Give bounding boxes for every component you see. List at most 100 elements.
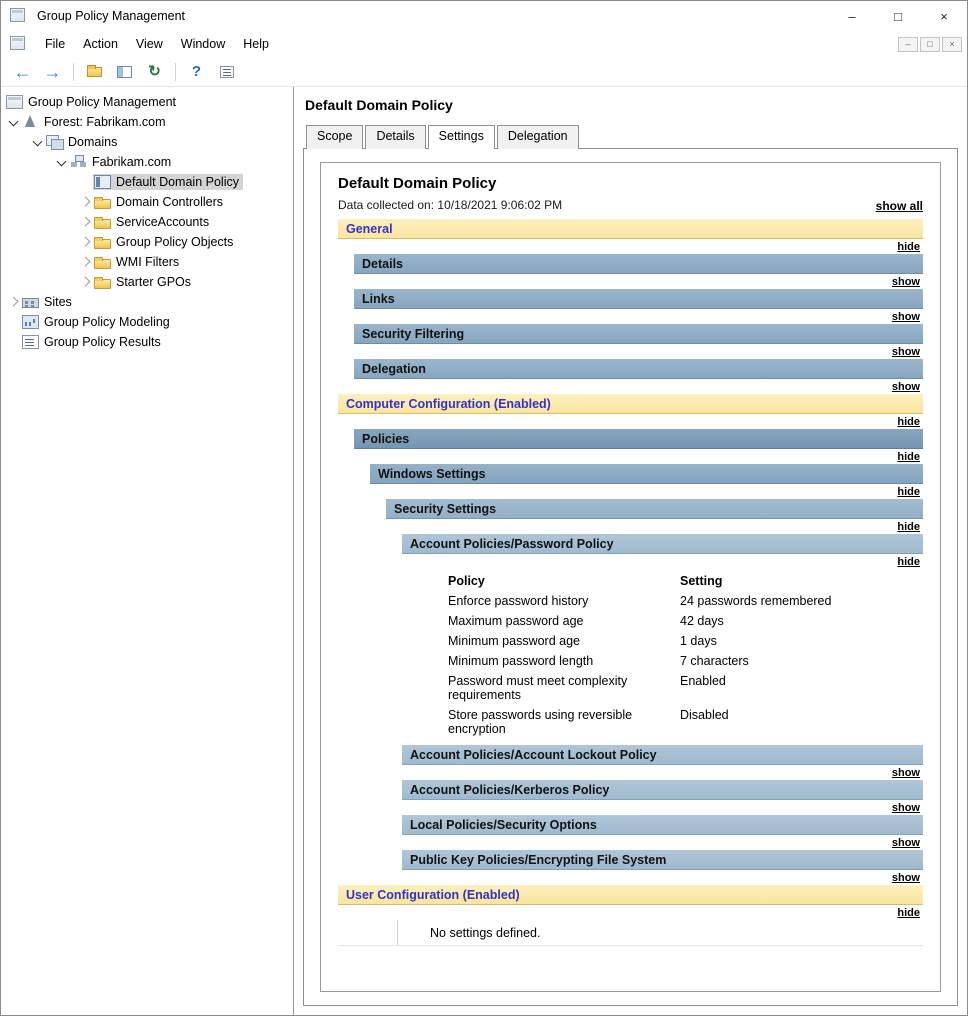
policy-name: Maximum password age (448, 611, 680, 631)
menu-file[interactable]: File (36, 33, 74, 55)
tree-item-fabrikam-com[interactable]: Fabrikam.com (1, 152, 293, 172)
tree-item-content: Group Policy Management (5, 94, 180, 110)
tree-chevron-expanded-icon[interactable] (5, 114, 21, 130)
toggle-link-account-policies-kerberos-policy[interactable]: show (892, 802, 920, 814)
tree-item-starter-gpos[interactable]: Starter GPOs (1, 272, 293, 292)
toggle-link-details[interactable]: show (892, 276, 920, 288)
forward-arrow-button[interactable]: → (39, 60, 66, 84)
tree-chevron-collapsed-icon[interactable] (77, 214, 93, 230)
toggle-link-links[interactable]: show (892, 311, 920, 323)
tree-chevron-expanded-icon[interactable] (53, 154, 69, 170)
tree-item-default-domain-policy[interactable]: Default Domain Policy (1, 172, 293, 192)
minimize-button[interactable]: – (829, 1, 875, 31)
tree-item-content: Domain Controllers (93, 194, 227, 210)
refresh-button[interactable]: ↻ (141, 60, 168, 84)
section-delegation: Delegationshow (354, 359, 923, 394)
section-header-public-key-policies-encrypting-file-system: Public Key Policies/Encrypting File Syst… (402, 850, 923, 870)
mdi-close-button[interactable]: × (942, 37, 962, 52)
tree-item-group-policy-objects[interactable]: Group Policy Objects (1, 232, 293, 252)
show-all-link[interactable]: show all (876, 199, 923, 213)
menu-view[interactable]: View (127, 33, 172, 55)
toggle-link-policies[interactable]: hide (897, 451, 920, 463)
mdi-minimize-button[interactable]: – (898, 37, 918, 52)
mdi-restore-button[interactable]: □ (920, 37, 940, 52)
tree-item-sites[interactable]: Sites (1, 292, 293, 312)
console-icon (6, 95, 23, 109)
toggle-link-account-policies-password-policy[interactable]: hide (897, 556, 920, 568)
section-linkrow: show (354, 274, 923, 289)
forest-icon (22, 115, 39, 129)
tree-item-content: Group Policy Modeling (21, 314, 174, 330)
toggle-link-account-policies-account-lockout-policy[interactable]: show (892, 767, 920, 779)
help-button[interactable]: ? (183, 60, 210, 84)
section-header-account-policies-password-policy: Account Policies/Password Policy (402, 534, 923, 554)
toggle-link-user-configuration-enabled[interactable]: hide (897, 907, 920, 919)
section-windows-settings: Windows Settingshide (370, 464, 923, 499)
close-button[interactable]: × (921, 1, 967, 31)
toggle-link-security-filtering[interactable]: show (892, 346, 920, 358)
toggle-link-security-settings[interactable]: hide (897, 521, 920, 533)
section-policies: Policieshide (354, 429, 923, 464)
toggle-link-computer-configuration-enabled[interactable]: hide (897, 416, 920, 428)
folder-icon (94, 259, 111, 269)
menu-help[interactable]: Help (234, 33, 278, 55)
section-header-account-policies-account-lockout-policy: Account Policies/Account Lockout Policy (402, 745, 923, 765)
toggle-link-delegation[interactable]: show (892, 381, 920, 393)
tree-item-domains[interactable]: Domains (1, 132, 293, 152)
tree-item-content: Forest: Fabrikam.com (21, 114, 170, 130)
data-collected-text: Data collected on: 10/18/2021 9:06:02 PM (338, 197, 562, 213)
section-label: Details (362, 257, 403, 271)
toggle-link-general[interactable]: hide (897, 241, 920, 253)
tree-item-domain-controllers[interactable]: Domain Controllers (1, 192, 293, 212)
no-settings-spacer-cell (338, 920, 398, 945)
tree-item-content: Default Domain Policy (93, 174, 243, 190)
tree-item-label: WMI Filters (116, 255, 179, 269)
section-linkrow: hide (338, 905, 923, 920)
section-linkrow: show (402, 765, 923, 780)
toolbar-separator (73, 63, 74, 81)
tree-chevron-expanded-icon[interactable] (29, 134, 45, 150)
report-sections: GeneralhideDetailsshowLinksshowSecurity … (338, 219, 923, 946)
section-header-security-filtering: Security Filtering (354, 324, 923, 344)
tree-item-forest-fabrikam-com[interactable]: Forest: Fabrikam.com (1, 112, 293, 132)
tree-chevron-collapsed-icon[interactable] (77, 254, 93, 270)
back-arrow-button[interactable]: ← (9, 60, 36, 84)
tree-item-content: Sites (21, 294, 76, 310)
menu-action[interactable]: Action (74, 33, 127, 55)
tab-settings[interactable]: Settings (428, 125, 495, 149)
up-one-level-button[interactable] (81, 60, 108, 84)
tree-item-wmi-filters[interactable]: WMI Filters (1, 252, 293, 272)
toggle-link-public-key-policies-encrypting-file-system[interactable]: show (892, 872, 920, 884)
tree-chevron-collapsed-icon[interactable] (77, 274, 93, 290)
tree-chevron-slot (77, 174, 93, 190)
policy-name: Password must meet complexity requiremen… (448, 671, 680, 705)
tab-scope[interactable]: Scope (306, 125, 363, 149)
tree-chevron-collapsed-icon[interactable] (77, 234, 93, 250)
tree-item-label: Group Policy Modeling (44, 315, 170, 329)
tree-chevron-collapsed-icon[interactable] (5, 294, 21, 310)
console-icon (10, 36, 30, 53)
tree-item-group-policy-modeling[interactable]: Group Policy Modeling (1, 312, 293, 332)
column-header: Setting (680, 571, 923, 591)
no-settings-row: No settings defined. (338, 920, 923, 946)
menu-window[interactable]: Window (172, 33, 234, 55)
sites-icon (22, 298, 39, 308)
maximize-button[interactable]: □ (875, 1, 921, 31)
settings-report[interactable]: Default Domain Policy Data collected on:… (320, 162, 941, 992)
tree-item-group-policy-results[interactable]: Group Policy Results (1, 332, 293, 352)
tab-details[interactable]: Details (365, 125, 425, 149)
toggle-link-local-policies-security-options[interactable]: show (892, 837, 920, 849)
tree-item-label: Fabrikam.com (92, 155, 171, 169)
tab-delegation[interactable]: Delegation (497, 125, 579, 149)
export-list-button[interactable] (213, 60, 240, 84)
tab-content: Default Domain Policy Data collected on:… (303, 148, 958, 1006)
toggle-link-windows-settings[interactable]: hide (897, 486, 920, 498)
menu-bar: FileActionViewWindowHelp –□× (1, 31, 967, 57)
tree-chevron-collapsed-icon[interactable] (77, 194, 93, 210)
show-console-tree-button[interactable] (111, 60, 138, 84)
tree-item-serviceaccounts[interactable]: ServiceAccounts (1, 212, 293, 232)
section-public-key-policies-encrypting-file-system: Public Key Policies/Encrypting File Syst… (402, 850, 923, 885)
group-policy-management-window: Group Policy Management –□× FileActionVi… (0, 0, 968, 1016)
gpo-icon (94, 175, 111, 189)
tree-item-group-policy-management[interactable]: Group Policy Management (1, 92, 293, 112)
